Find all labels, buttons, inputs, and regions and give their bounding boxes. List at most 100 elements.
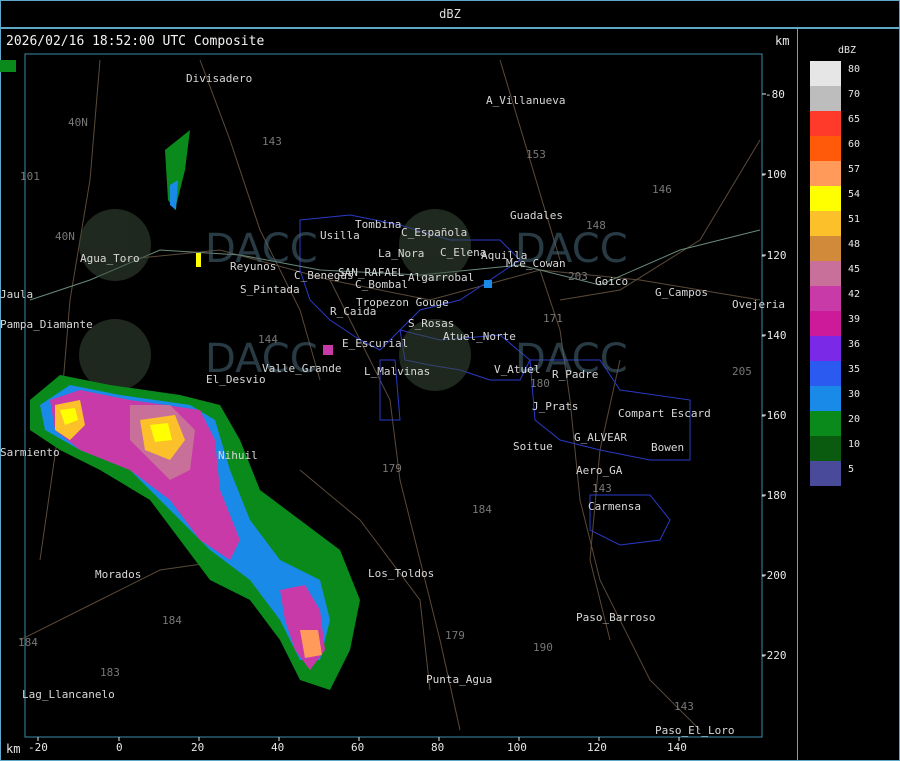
legend-label: 30	[848, 389, 861, 400]
legend-label: 42	[848, 289, 861, 300]
svg-text:153: 153	[526, 148, 546, 161]
svg-text:Ovejeria: Ovejeria	[732, 298, 785, 311]
svg-text:S_Rosas: S_Rosas	[408, 317, 454, 330]
legend-swatch	[810, 86, 841, 111]
svg-text:Valle_Grande: Valle_Grande	[262, 362, 341, 375]
svg-text:Tombina: Tombina	[355, 218, 401, 231]
svg-text:Atuel_Norte: Atuel_Norte	[443, 330, 516, 343]
legend-label: 20	[848, 414, 861, 425]
svg-text:Divisadero: Divisadero	[186, 72, 252, 85]
legend-item: 36	[810, 336, 880, 361]
legend-label: 5	[848, 464, 855, 475]
x-tick: 0	[116, 741, 123, 754]
x-axis-ticks: -20 0 20 40 60 80 100 120 140	[28, 741, 687, 754]
svg-text:Pampa_Diamante: Pampa_Diamante	[0, 318, 93, 331]
x-tick: 40	[271, 741, 284, 754]
radar-map[interactable]: DACC DACC DACC DACC 40N 143 153 146 101 …	[0, 0, 798, 761]
svg-text:J_Prats: J_Prats	[532, 400, 578, 413]
svg-text:190: 190	[533, 641, 553, 654]
svg-text:Usilla: Usilla	[320, 229, 360, 242]
svg-text:Paso_El_Loro: Paso_El_Loro	[655, 724, 734, 737]
legend-swatch	[810, 436, 841, 461]
svg-text:Soitue: Soitue	[513, 440, 553, 453]
svg-text:180: 180	[530, 377, 550, 390]
legend-swatch	[810, 461, 841, 486]
legend-item: 30	[810, 386, 880, 411]
svg-text:La_Nora: La_Nora	[378, 247, 424, 260]
km-unit-label: km	[775, 34, 790, 48]
svg-text:Sarmiento: Sarmiento	[0, 446, 60, 459]
timestamp: 2026/02/16 18:52:00 UTC Composite	[6, 34, 265, 49]
legend-item: 65	[810, 111, 880, 136]
legend-item: 5	[810, 461, 880, 486]
legend-title: dBZ	[838, 45, 857, 56]
svg-text:R_Padre: R_Padre	[552, 368, 598, 381]
svg-text:Reyunos: Reyunos	[230, 260, 276, 273]
svg-text:Mce_Cowan: Mce_Cowan	[506, 257, 566, 270]
svg-text:143: 143	[262, 135, 282, 148]
x-tick: 120	[587, 741, 607, 754]
legend-swatch	[810, 236, 841, 261]
svg-text:148: 148	[586, 219, 606, 232]
svg-text:C_Bombal: C_Bombal	[355, 278, 408, 291]
svg-text:183: 183	[100, 666, 120, 679]
x-tick: 140	[667, 741, 687, 754]
legend-label: 70	[848, 89, 861, 100]
svg-text:184: 184	[472, 503, 492, 516]
legend-label: 60	[848, 139, 861, 150]
y-tick: -80	[765, 88, 785, 101]
x-tick: 100	[507, 741, 527, 754]
svg-text:184: 184	[162, 614, 182, 627]
svg-text:184: 184	[18, 636, 38, 649]
svg-text:171: 171	[543, 312, 563, 325]
legend-item: 57	[810, 161, 880, 186]
svg-text:R_Caida: R_Caida	[330, 305, 376, 318]
svg-text:El_Desvio: El_Desvio	[206, 373, 266, 386]
x-tick: 20	[191, 741, 204, 754]
svg-text:Punta_Agua: Punta_Agua	[426, 673, 492, 686]
svg-text:Agua_Toro: Agua_Toro	[80, 252, 140, 265]
legend-label: 10	[848, 439, 861, 450]
svg-text:Lag_Llancanelo: Lag_Llancanelo	[22, 688, 115, 701]
legend-swatch	[810, 386, 841, 411]
legend-swatch	[810, 311, 841, 336]
legend-swatch	[810, 411, 841, 436]
department-boundaries	[299, 214, 691, 546]
svg-text:E_Escurial: E_Escurial	[342, 337, 408, 350]
svg-text:Aero_GA: Aero_GA	[576, 464, 623, 477]
svg-text:Goico: Goico	[595, 275, 628, 288]
legend-item: 20	[810, 411, 880, 436]
legend-swatch	[810, 111, 841, 136]
svg-text:179: 179	[382, 462, 402, 475]
legend-swatch	[810, 61, 841, 86]
svg-text:143: 143	[592, 482, 612, 495]
svg-text:C_Española: C_Española	[401, 226, 467, 239]
legend-label: 35	[848, 364, 861, 375]
svg-text:Paso_Barroso: Paso_Barroso	[576, 611, 655, 624]
legend-swatch	[810, 286, 841, 311]
svg-text:205: 205	[732, 365, 752, 378]
svg-text:40N: 40N	[55, 230, 75, 243]
x-tick: 60	[351, 741, 364, 754]
legend-item: 80	[810, 61, 880, 86]
svg-text:40N: 40N	[68, 116, 88, 129]
km-unit-label: km	[6, 742, 21, 756]
svg-text:G_ALVEAR: G_ALVEAR	[574, 431, 627, 444]
svg-text:V_Atuel: V_Atuel	[494, 363, 540, 376]
legend-item: 45	[810, 261, 880, 286]
legend-item: 39	[810, 311, 880, 336]
legend-label: 57	[848, 164, 861, 175]
legend-item: 10	[810, 436, 880, 461]
svg-text:Jaula: Jaula	[0, 288, 33, 301]
legend-swatch	[810, 361, 841, 386]
legend-label: 36	[848, 339, 861, 350]
x-tick: -20	[28, 741, 48, 754]
svg-text:S_Pintada: S_Pintada	[240, 283, 300, 296]
legend-label: 54	[848, 189, 861, 200]
legend-swatch	[810, 261, 841, 286]
legend-item: 51	[810, 211, 880, 236]
svg-text:146: 146	[652, 183, 672, 196]
x-tick: 80	[431, 741, 444, 754]
legend-label: 80	[848, 64, 861, 75]
legend-item: 42	[810, 286, 880, 311]
